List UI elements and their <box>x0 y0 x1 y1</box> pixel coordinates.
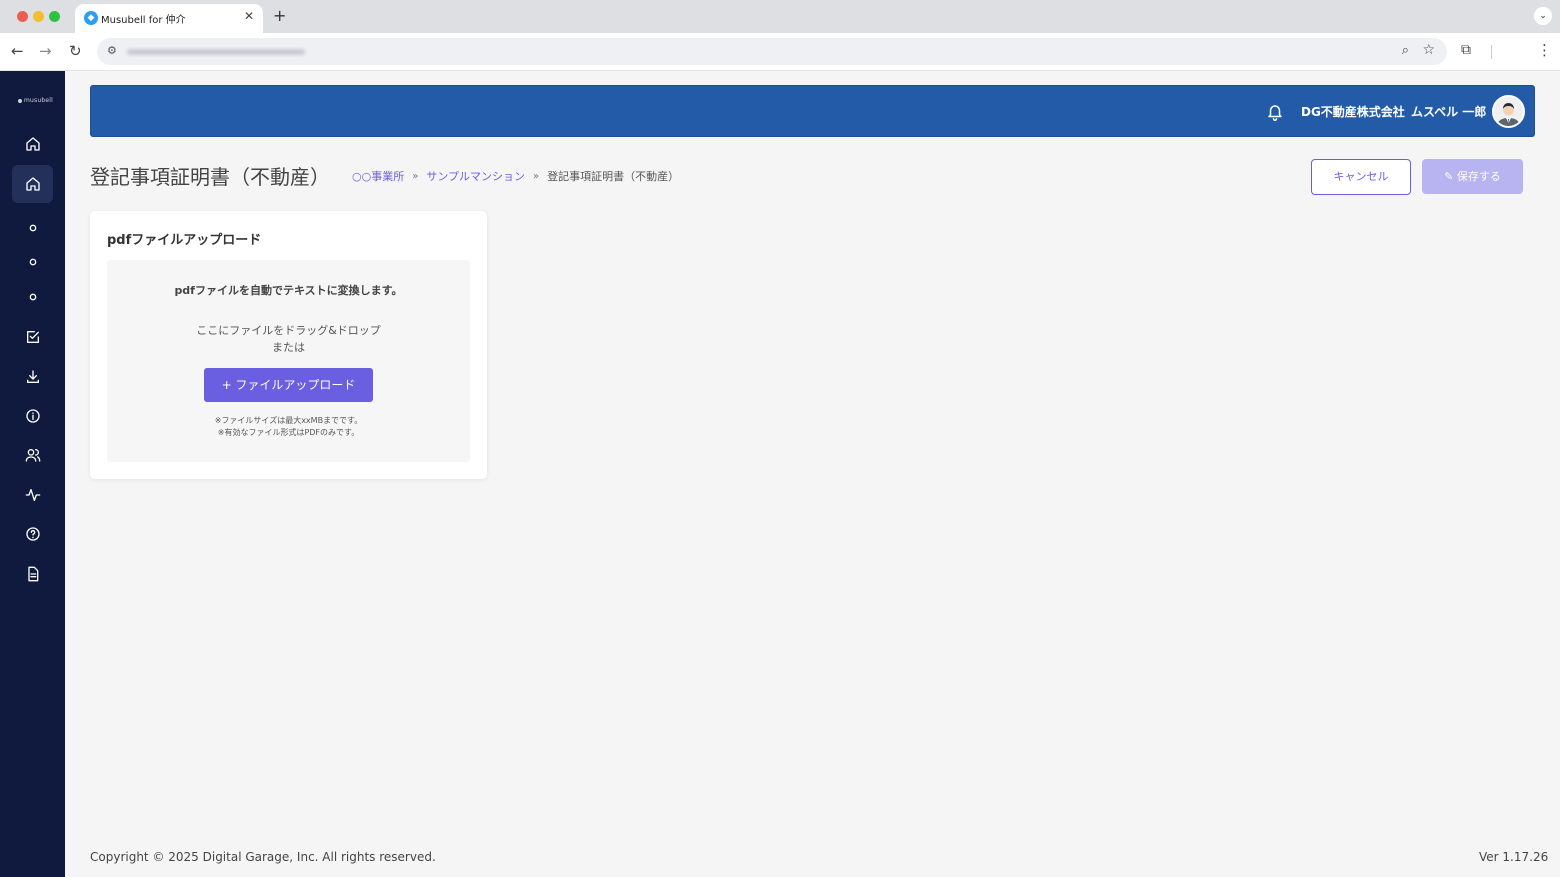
forward-arrow-icon[interactable]: → <box>39 42 52 60</box>
users-icon <box>25 449 40 462</box>
circle-icon <box>29 293 36 301</box>
sidebar-item-tasks[interactable] <box>12 318 53 356</box>
browser-tab-active[interactable]: ◆ Musubell for 仲介 ✕ <box>75 4 263 33</box>
company-name: DG不動産株式会社 <box>1301 105 1405 119</box>
edit-icon: ✎ <box>1444 170 1454 183</box>
copyright-text: Copyright © 2025 Digital Garage, Inc. Al… <box>90 850 436 864</box>
dropzone-heading: pdfファイルを自動でテキストに変換します。 <box>174 284 403 297</box>
new-tab-icon[interactable]: + <box>273 6 286 25</box>
dropzone-or-text: または <box>272 341 305 354</box>
sidebar: musubell <box>0 71 65 877</box>
browser-menu-icon[interactable]: ⋮ <box>1537 41 1552 59</box>
sidebar-item-download[interactable] <box>12 358 53 396</box>
breadcrumb-current: 登記事項証明書（不動産） <box>547 170 680 183</box>
file-dropzone[interactable]: pdfファイルを自動でテキストに変換します。 ここにファイルをドラッグ&ドロップ… <box>107 260 470 462</box>
sidebar-item-home[interactable] <box>12 125 53 163</box>
download-icon <box>26 370 39 383</box>
version-text: Ver 1.17.26 <box>1479 850 1549 864</box>
circle-icon <box>29 224 36 232</box>
reload-icon[interactable]: ↻ <box>69 42 82 60</box>
browser-tabstrip: ◆ Musubell for 仲介 ✕ + ⌄ <box>0 0 1560 33</box>
cancel-button[interactable]: キャンセル <box>1311 159 1411 195</box>
card-title: pdfファイルアップロード <box>107 233 262 248</box>
close-tab-icon[interactable]: ✕ <box>244 9 254 23</box>
breadcrumb-separator: » <box>412 170 419 182</box>
save-label: 保存する <box>1456 170 1501 183</box>
user-portrait-icon <box>1494 97 1523 126</box>
breadcrumb-property-link[interactable]: サンプルマンション <box>426 168 525 184</box>
app-logo: musubell <box>18 97 53 104</box>
avatar[interactable] <box>1492 95 1525 128</box>
address-bar[interactable]: ⚙ ⌕ ☆ <box>97 38 1447 65</box>
window-close-dot[interactable] <box>17 11 28 22</box>
sidebar-item-users[interactable] <box>12 436 53 474</box>
sidebar-item-help[interactable] <box>12 515 53 553</box>
sidebar-item-info[interactable] <box>12 397 53 435</box>
activity-icon <box>25 489 40 501</box>
sidebar-item-documents[interactable] <box>12 555 53 593</box>
browser-toolbar: ← → ↻ ⚙ ⌕ ☆ ⧉ ⋮ <box>0 33 1560 71</box>
page-title: 登記事項証明書（不動産） <box>90 165 330 189</box>
file-size-note: ※ファイルサイズは最大xxMBまでです。 <box>214 416 363 425</box>
home-icon <box>25 177 40 191</box>
sidebar-item-sub-1[interactable] <box>12 209 53 247</box>
sidebar-item-sub-2[interactable] <box>12 243 53 281</box>
checklist-icon <box>26 331 39 343</box>
file-upload-button[interactable]: + ファイルアップロード <box>204 368 373 402</box>
sidebar-item-home-active[interactable] <box>12 165 53 203</box>
bookmark-star-icon[interactable]: ☆ <box>1422 42 1435 58</box>
dropzone-drag-text: ここにファイルをドラッグ&ドロップ <box>196 324 381 337</box>
file-format-note: ※有効なファイル形式はPDFのみです。 <box>217 428 360 437</box>
save-button[interactable]: ✎ 保存する <box>1422 159 1523 194</box>
back-arrow-icon[interactable]: ← <box>11 42 24 60</box>
home-icon <box>25 137 40 151</box>
extensions-icon[interactable]: ⧉ <box>1461 42 1471 58</box>
blurred-url <box>127 49 305 55</box>
app-header: DG不動産株式会社 ムスベル 一郎 <box>90 85 1535 137</box>
pdf-upload-card: pdfファイルアップロード pdfファイルを自動でテキストに変換します。 ここに… <box>90 211 487 479</box>
tab-search-icon[interactable]: ⌄ <box>1534 7 1552 25</box>
site-info-icon[interactable]: ⚙ <box>107 44 117 57</box>
circle-icon <box>29 258 36 266</box>
toolbar-divider <box>1491 45 1492 59</box>
sidebar-item-activity[interactable] <box>12 476 53 514</box>
breadcrumb-separator: » <box>533 170 540 182</box>
help-icon <box>25 527 40 541</box>
window-zoom-dot[interactable] <box>49 11 60 22</box>
info-icon <box>25 409 40 423</box>
bell-icon[interactable] <box>1266 102 1284 122</box>
user-name[interactable]: ムスベル 一郎 <box>1411 103 1486 120</box>
zoom-icon[interactable]: ⌕ <box>1402 43 1409 58</box>
tab-title: Musubell for 仲介 <box>101 15 186 26</box>
sidebar-item-sub-3[interactable] <box>12 278 53 316</box>
breadcrumb-office-link[interactable]: ○○事業所 <box>352 168 404 184</box>
breadcrumb: ○○事業所 » サンプルマンション » 登記事項証明書（不動産） <box>352 168 679 184</box>
favicon-icon: ◆ <box>84 11 98 25</box>
window-minimize-dot[interactable] <box>33 11 44 22</box>
document-icon <box>27 566 38 582</box>
